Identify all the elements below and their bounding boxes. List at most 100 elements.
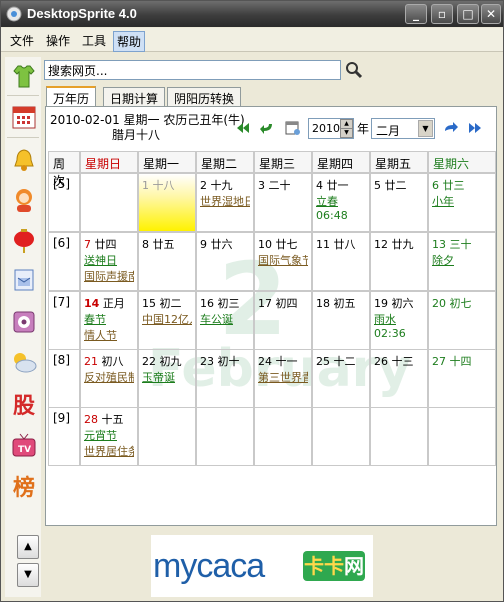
tab-date-calc[interactable]: 日期计算 bbox=[103, 87, 166, 107]
day-cell[interactable]: 20 初七 bbox=[428, 291, 496, 350]
header-7: 星期六 bbox=[428, 151, 496, 173]
day-cell[interactable]: 7 廿四送神日国际声援南非日 bbox=[80, 232, 138, 291]
festival-label[interactable]: 第三世界青年日 bbox=[258, 369, 308, 385]
day-cell[interactable]: 12 廿九 bbox=[370, 232, 428, 291]
back-today-icon[interactable] bbox=[258, 119, 276, 137]
scroll-up-button[interactable]: ▲ bbox=[17, 535, 39, 559]
day-cell[interactable] bbox=[196, 407, 254, 466]
day-cell[interactable]: 5 廿二 bbox=[370, 173, 428, 232]
day-cell[interactable]: 24 十一第三世界青年日 bbox=[254, 349, 312, 408]
festival-label[interactable]: 立春 bbox=[316, 193, 366, 209]
calendar-settings-icon[interactable] bbox=[284, 119, 302, 137]
festival-label[interactable]: 情人节 bbox=[84, 327, 134, 343]
mail-icon[interactable] bbox=[9, 265, 39, 295]
shirt-icon[interactable] bbox=[9, 61, 39, 91]
scroll-down-button[interactable]: ▼ bbox=[17, 563, 39, 587]
day-cell[interactable] bbox=[428, 407, 496, 466]
day-cell[interactable]: 26 十三 bbox=[370, 349, 428, 408]
day-cell[interactable]: 15 初二中国12亿人口日 bbox=[138, 291, 196, 350]
calendar-icon[interactable] bbox=[9, 101, 39, 131]
festival-label[interactable]: 车公诞 bbox=[200, 311, 250, 327]
year-spinner[interactable]: 2010 ▲ ▼ bbox=[308, 118, 354, 139]
day-cell[interactable] bbox=[312, 407, 370, 466]
festival-label[interactable]: 玉帝诞 bbox=[142, 369, 192, 385]
search-input[interactable] bbox=[44, 60, 341, 80]
bell-icon[interactable] bbox=[9, 145, 39, 175]
festival-label[interactable]: 小年 bbox=[432, 193, 492, 209]
day-cell[interactable]: 19 初六 雨水 02:36 bbox=[370, 291, 428, 350]
festival-label[interactable]: 国际声援南非日 bbox=[84, 268, 134, 284]
day-label: 24 十一 bbox=[258, 355, 298, 368]
festival-label[interactable]: 除夕 bbox=[432, 252, 492, 268]
day-cell[interactable] bbox=[370, 407, 428, 466]
stock-icon[interactable]: 股 bbox=[9, 389, 39, 419]
day-cell[interactable]: 11 廿八 bbox=[312, 232, 370, 291]
prev-year-icon[interactable] bbox=[234, 119, 252, 137]
festival-label[interactable]: 国际气象节 bbox=[258, 252, 308, 268]
maximize-button[interactable]: □ bbox=[457, 4, 479, 24]
menu-file[interactable]: 文件 bbox=[7, 31, 37, 50]
next-month-icon[interactable] bbox=[442, 119, 460, 137]
header-2: 星期一 bbox=[138, 151, 196, 173]
day-cell[interactable]: 8 廿五 bbox=[138, 232, 196, 291]
search-icon[interactable] bbox=[344, 60, 364, 80]
day-cell[interactable]: 23 初十 bbox=[196, 349, 254, 408]
festival-label[interactable]: 送神日 bbox=[84, 252, 134, 268]
restore-button[interactable]: ▫ bbox=[431, 4, 453, 24]
festival-label[interactable]: 元宵节 bbox=[84, 427, 134, 443]
day-label: 23 初十 bbox=[200, 355, 240, 368]
mycaca-banner[interactable]: mycaca 卡卡网 bbox=[151, 535, 373, 597]
day-cell[interactable]: 3 二十 bbox=[254, 173, 312, 232]
day-cell[interactable]: 27 十四 bbox=[428, 349, 496, 408]
day-cell[interactable]: 14 正月 春节 情人节 bbox=[80, 291, 138, 350]
tab-lunar-convert[interactable]: 阴阳历转换 bbox=[167, 87, 242, 107]
festival-label[interactable]: 世界湿地日 bbox=[200, 193, 250, 209]
festival-label[interactable]: 世界居住条件调查日 bbox=[84, 443, 134, 459]
header-4: 星期三 bbox=[254, 151, 312, 173]
day-cell[interactable]: 22 初九 玉帝诞 bbox=[138, 349, 196, 408]
close-button[interactable]: ✕ bbox=[481, 4, 501, 24]
phone-icon[interactable] bbox=[9, 307, 39, 337]
day-cell[interactable]: 25 十二 bbox=[312, 349, 370, 408]
day-cell[interactable]: 16 初三 车公诞 bbox=[196, 291, 254, 350]
menu-operate[interactable]: 操作 bbox=[43, 31, 73, 50]
weather-icon[interactable] bbox=[9, 347, 39, 377]
header-0: 周次 bbox=[48, 151, 80, 188]
week-number: [6] bbox=[48, 232, 80, 291]
day-label: 9 廿六 bbox=[200, 238, 233, 251]
festival-label[interactable]: 春节 bbox=[84, 311, 134, 327]
tv-icon[interactable]: TV bbox=[9, 431, 39, 461]
day-cell[interactable]: 17 初四 bbox=[254, 291, 312, 350]
day-cell[interactable]: 28 十五元宵节世界居住条件调查日 bbox=[80, 407, 138, 466]
day-cell[interactable]: 2 十九 世界湿地日 bbox=[196, 173, 254, 232]
day-label: 22 初九 bbox=[142, 355, 182, 368]
title-bar[interactable]: DesktopSprite 4.0 _ ▫ □ ✕ bbox=[1, 1, 503, 27]
festival-label[interactable]: 雨水 bbox=[374, 311, 424, 327]
calendar-grid: 2 February 周次 星期日 星期一 星期二 星期三 星期四 星期五 星期六 [5] 1 十… bbox=[48, 151, 496, 525]
lantern-icon[interactable] bbox=[9, 225, 39, 255]
minimize-button[interactable]: _ bbox=[405, 4, 427, 24]
day-cell[interactable]: 21 初八反对殖民制度斗争日 bbox=[80, 349, 138, 408]
day-cell[interactable]: 6 廿三 小年 bbox=[428, 173, 496, 232]
app-window: DesktopSprite 4.0 _ ▫ □ ✕ 文件 操作 工具 帮助 股 … bbox=[0, 0, 504, 602]
day-cell[interactable] bbox=[80, 173, 138, 232]
tab-perpetual-calendar[interactable]: 万年历 bbox=[46, 86, 97, 108]
next-year-icon[interactable] bbox=[466, 119, 484, 137]
year-down-button[interactable]: ▼ bbox=[340, 128, 353, 138]
festival-label[interactable]: 反对殖民制度斗争日 bbox=[84, 369, 134, 385]
day-cell[interactable] bbox=[254, 407, 312, 466]
menu-help[interactable]: 帮助 bbox=[113, 31, 146, 52]
day-cell[interactable]: 4 廿一 立春 06:48 bbox=[312, 173, 370, 232]
day-cell[interactable]: 10 廿七 国际气象节 bbox=[254, 232, 312, 291]
ranking-icon[interactable]: 榜 bbox=[9, 471, 39, 501]
chevron-down-icon[interactable]: ▼ bbox=[418, 120, 433, 137]
festival-label[interactable]: 中国12亿人口日 bbox=[142, 311, 192, 327]
day-cell[interactable]: 13 三十 除夕 bbox=[428, 232, 496, 291]
day-cell[interactable] bbox=[138, 407, 196, 466]
day-cell[interactable]: 9 廿六 bbox=[196, 232, 254, 291]
person-icon[interactable] bbox=[9, 185, 39, 215]
menu-tools[interactable]: 工具 bbox=[79, 31, 109, 50]
day-cell[interactable]: 18 初五 bbox=[312, 291, 370, 350]
month-select[interactable]: 二月 ▼ bbox=[371, 118, 435, 139]
day-cell[interactable]: 1 十八 bbox=[138, 173, 196, 232]
